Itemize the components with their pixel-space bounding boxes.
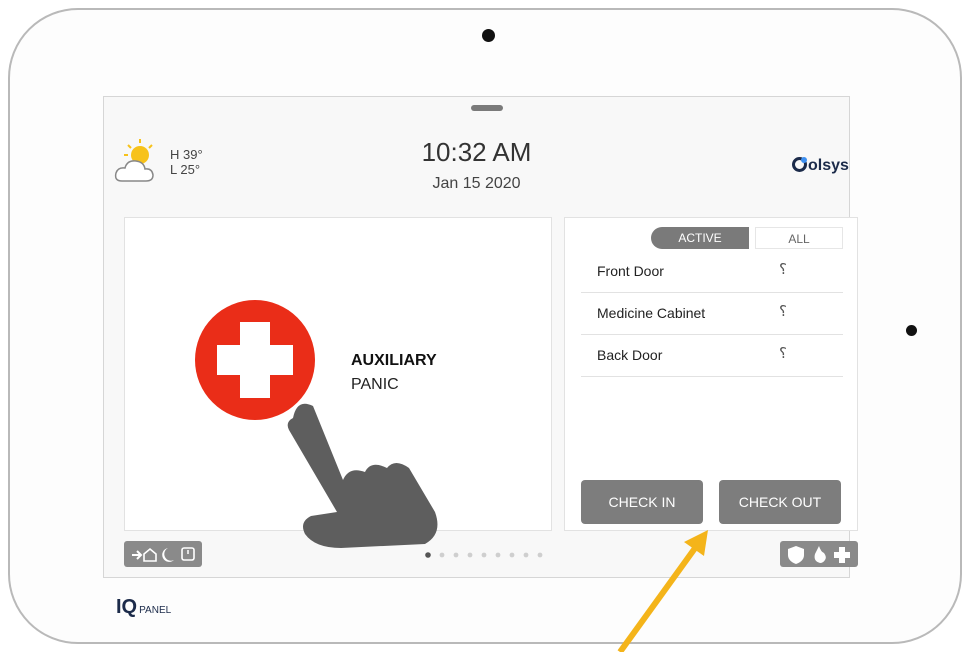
check-in-button[interactable]: CHECK IN: [581, 480, 703, 524]
link-broken-icon: ⸮: [779, 345, 787, 362]
tab-active[interactable]: ACTIVE: [651, 227, 749, 249]
link-broken-icon: ⸮: [779, 261, 787, 278]
sensor-row[interactable]: Front Door ⸮: [581, 250, 843, 293]
panic-card: AUXILIARY PANIC: [124, 217, 552, 548]
check-out-button[interactable]: CHECK OUT: [719, 480, 841, 524]
pull-down-handle[interactable]: [471, 105, 503, 111]
annotation-arrow-icon: [617, 530, 708, 652]
clock-time: 10:32 AM: [421, 137, 532, 167]
sensor-label: Front Door: [597, 263, 664, 279]
logo-text: PANEL: [139, 605, 172, 616]
brand-name: olsys: [808, 157, 849, 174]
emergency-shortcuts[interactable]: [780, 541, 858, 567]
clock-date: Jan 15 2020: [432, 175, 521, 192]
page-indicator[interactable]: [424, 551, 554, 559]
tab-all[interactable]: ALL: [755, 227, 843, 249]
side-sensor-dot: [906, 325, 917, 336]
camera-dot: [482, 29, 495, 42]
touch-screen: H 39° L 25° 10:32 AM Jan 15 2020 olsys A…: [103, 96, 858, 578]
pointing-hand-icon: [287, 403, 438, 548]
sensor-panel: ACTIVE ALL Front Door ⸮ Medicine Cabinet…: [564, 217, 858, 531]
brand-q-icon: [792, 157, 807, 172]
brand-logo: olsys: [792, 157, 849, 175]
iq-panel-logo: IQ PANEL: [116, 596, 172, 618]
sensor-row[interactable]: Back Door ⸮: [581, 334, 843, 377]
arm-away-stay-night-icon: [132, 547, 195, 562]
sensor-row[interactable]: Medicine Cabinet ⸮: [581, 292, 843, 335]
arming-shortcuts[interactable]: [124, 541, 202, 567]
sensor-label: Medicine Cabinet: [597, 305, 706, 321]
medical-cross-bar: [217, 345, 293, 375]
panic-title: AUXILIARY: [351, 352, 437, 369]
sensor-label: Back Door: [597, 347, 663, 363]
police-fire-medical-icon: [788, 546, 850, 564]
link-broken-icon: ⸮: [779, 303, 787, 320]
